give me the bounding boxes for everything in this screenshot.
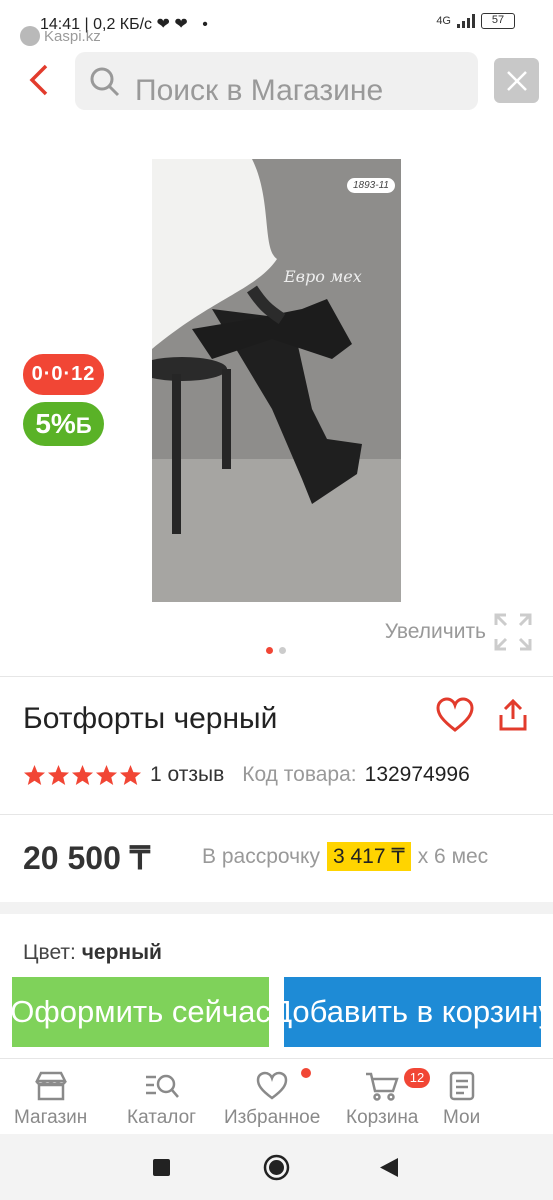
heart-icon <box>436 697 474 732</box>
reviews-link[interactable]: 1 отзыв <box>150 763 224 787</box>
pagination-dot[interactable] <box>266 647 273 654</box>
signal-icon <box>457 14 475 28</box>
dot-icon: • <box>202 16 208 33</box>
battery-icon: 57 <box>481 13 515 29</box>
zoom-button[interactable]: Увеличить <box>385 613 532 651</box>
product-image[interactable]: 1893-11 Евро мех <box>152 159 401 602</box>
nav-item-favorites[interactable]: Избранное <box>224 1071 320 1129</box>
buy-now-button[interactable]: Оформить сейчас <box>12 977 269 1047</box>
favorites-indicator-dot <box>301 1068 311 1078</box>
installment-amount: 3 417 ₸ <box>326 842 411 871</box>
installment-prefix: В рассрочку <box>202 844 320 868</box>
star-icon <box>23 764 46 786</box>
back-nav-icon[interactable] <box>380 1158 398 1177</box>
rating-row: 1 отзыв Код товара: 132974996 <box>23 763 470 787</box>
star-icon <box>47 764 70 786</box>
star-icon <box>119 764 142 786</box>
add-to-cart-label: Добавить в корзину <box>284 994 541 1029</box>
system-nav-bar <box>0 1134 553 1200</box>
search-row: Поиск в Магазине <box>0 52 553 112</box>
installment-badge: 0·0·12 <box>23 354 104 395</box>
boots-photo <box>152 159 401 602</box>
cart-icon <box>366 1072 399 1101</box>
zoom-label: Увеличить <box>384 620 486 643</box>
star-icon <box>95 764 118 786</box>
kaspi-app-label: Kaspi.kz <box>20 26 101 46</box>
clear-search-button[interactable] <box>494 58 539 103</box>
cart-count-badge: 12 <box>404 1068 430 1088</box>
nav-item-shop[interactable]: Магазин <box>14 1071 87 1129</box>
product-code-value: 132974996 <box>364 763 470 786</box>
status-indicators: 4G 57 <box>436 13 515 29</box>
add-to-cart-button[interactable]: Добавить в корзину <box>284 977 541 1047</box>
installment-suffix: х 6 мес <box>417 844 489 868</box>
rating-stars <box>23 764 142 786</box>
product-title: Ботфорты черный <box>23 702 278 735</box>
color-value: черный <box>81 941 162 964</box>
nav-item-catalog[interactable]: Каталог <box>127 1071 196 1129</box>
product-code-label: Код товара: <box>242 763 357 786</box>
color-label: Цвет: <box>23 941 76 964</box>
section-divider <box>0 902 553 914</box>
color-row: Цвет: черный <box>23 941 162 965</box>
search-input[interactable]: Поиск в Магазине <box>75 52 478 110</box>
favorite-button[interactable] <box>436 697 474 738</box>
bonus-badge: 5% Б <box>23 402 104 446</box>
notification-icon: ❤ <box>174 16 188 33</box>
image-watermark: Евро мех <box>284 267 362 286</box>
installment-info: В рассрочку 3 417 ₸ х 6 мес <box>202 842 488 871</box>
home-icon[interactable] <box>263 1154 290 1181</box>
close-icon <box>506 70 527 91</box>
image-tag: 1893-11 <box>347 178 395 193</box>
search-icon <box>90 67 120 97</box>
nav-item-orders[interactable]: Мои <box>443 1071 480 1129</box>
heart-icon <box>256 1071 288 1100</box>
notification-icon: ❤ <box>156 16 170 33</box>
back-button[interactable] <box>28 62 52 98</box>
buy-now-label: Оформить сейчас <box>12 994 269 1029</box>
search-placeholder: Поиск в Магазине <box>135 74 384 107</box>
expand-icon <box>494 613 532 651</box>
star-icon <box>71 764 94 786</box>
pagination-dot[interactable] <box>279 647 286 654</box>
network-label: 4G <box>436 15 451 27</box>
catalog-icon <box>145 1074 179 1098</box>
divider <box>0 814 553 815</box>
bottom-nav: Магазин Каталог Избранное Корзина Мои 12 <box>0 1058 553 1134</box>
status-bar: 14:41 | 0,2 КБ/с ❤ ❤ • Kaspi.kz 4G 57 <box>0 0 553 46</box>
recent-apps-icon[interactable] <box>153 1159 170 1176</box>
product-price: 20 500 ₸ <box>23 840 151 876</box>
share-icon <box>499 698 527 731</box>
gallery-pagination <box>266 647 286 654</box>
kaspi-logo-icon <box>20 26 40 46</box>
shop-icon <box>34 1071 67 1101</box>
chevron-left-icon <box>29 64 48 96</box>
orders-icon <box>449 1071 474 1101</box>
share-button[interactable] <box>497 697 529 738</box>
divider <box>0 676 553 677</box>
